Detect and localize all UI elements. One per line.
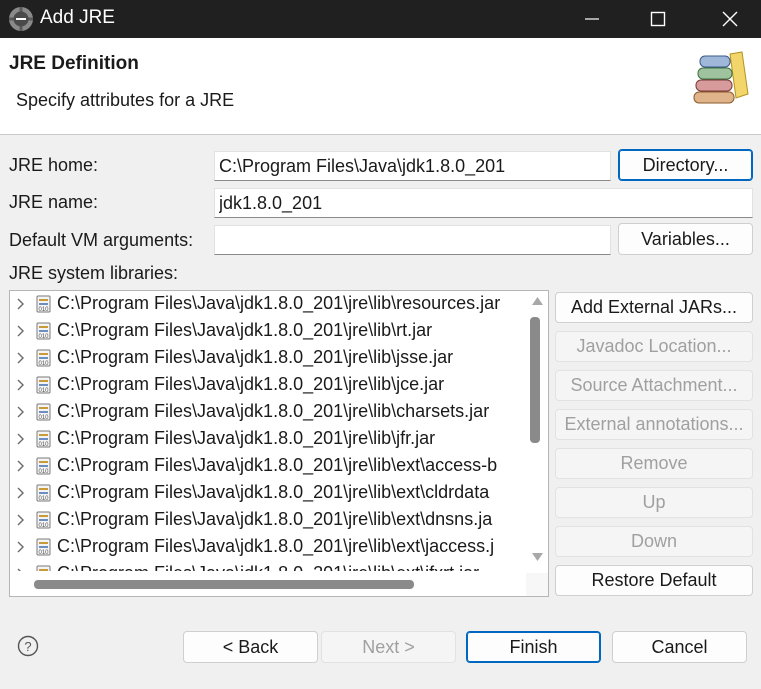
jar-file-icon: 010 xyxy=(36,484,52,507)
library-path: C:\Program Files\Java\jdk1.8.0_201\jre\l… xyxy=(57,482,490,502)
chevron-right-icon[interactable] xyxy=(16,565,26,571)
restore-default-button[interactable]: Restore Default xyxy=(555,565,753,596)
jar-file-icon: 010 xyxy=(36,511,52,534)
library-path: C:\Program Files\Java\jdk1.8.0_201\jre\l… xyxy=(57,320,433,340)
library-path: C:\Program Files\Java\jdk1.8.0_201\jre\l… xyxy=(57,374,445,394)
jre-name-label: JRE name: xyxy=(9,192,99,212)
up-button[interactable]: Up xyxy=(555,487,753,518)
library-path: C:\Program Files\Java\jdk1.8.0_201\jre\l… xyxy=(57,428,436,448)
jar-file-icon: 010 xyxy=(36,538,52,561)
library-row[interactable]: 010 C:\Program Files\Java\jdk1.8.0_201\jr… xyxy=(10,426,524,453)
library-path: C:\Program Files\Java\jdk1.8.0_201\jre\l… xyxy=(57,455,498,475)
svg-text:010: 010 xyxy=(38,415,49,421)
library-row[interactable]: 010 C:\Program Files\Java\jdk1.8.0_201\jr… xyxy=(10,372,524,399)
title-bar: Add JRE xyxy=(0,0,761,38)
jar-file-icon: 010 xyxy=(36,403,52,426)
vm-arguments-label: Default VM arguments: xyxy=(9,230,194,250)
vm-arguments-input[interactable] xyxy=(214,225,611,255)
svg-text:010: 010 xyxy=(38,361,49,367)
jar-file-icon: 010 xyxy=(36,295,52,318)
library-row[interactable]: 010 C:\Program Files\Java\jdk1.8.0_201\jr… xyxy=(10,453,524,480)
svg-text:010: 010 xyxy=(38,550,49,556)
horizontal-scroll-thumb[interactable] xyxy=(34,580,414,589)
vertical-scroll-thumb[interactable] xyxy=(530,317,540,443)
scroll-up-arrow-icon[interactable] xyxy=(532,297,543,305)
scroll-corner xyxy=(526,573,548,596)
maximize-icon xyxy=(650,11,666,27)
svg-text:010: 010 xyxy=(38,307,49,313)
jar-file-icon: 010 xyxy=(36,430,52,453)
svg-text:?: ? xyxy=(24,639,31,654)
library-row[interactable]: 010 C:\Program Files\Java\jdk1.8.0_201\jr… xyxy=(10,318,524,345)
library-path: C:\Program Files\Java\jdk1.8.0_201\jre\l… xyxy=(57,509,493,529)
library-books-icon xyxy=(693,51,749,104)
library-row[interactable]: 010 C:\Program Files\Java\jdk1.8.0_201\jr… xyxy=(10,480,524,507)
directory-button[interactable]: Directory... xyxy=(618,149,753,181)
library-row[interactable]: 010 C:\Program Files\Java\jdk1.8.0_201\jr… xyxy=(10,534,524,561)
header-description: Specify attributes for a JRE xyxy=(16,90,235,110)
minimize-icon xyxy=(585,18,599,20)
wizard-header: JRE Definition Specify attributes for a … xyxy=(0,38,761,135)
jre-home-input[interactable] xyxy=(214,151,611,181)
external-annotations-button[interactable]: External annotations... xyxy=(555,409,753,440)
help-question-icon[interactable]: ? xyxy=(17,635,39,657)
library-path: C:\Program Files\Java\jdk1.8.0_201\jre\l… xyxy=(57,401,490,421)
remove-button[interactable]: Remove xyxy=(555,448,753,479)
library-row[interactable]: 010 C:\Program Files\Java\jdk1.8.0_201\jr… xyxy=(10,399,524,426)
library-path: C:\Program Files\Java\jdk1.8.0_201\jre\l… xyxy=(57,536,495,556)
jar-file-icon: 010 xyxy=(36,376,52,399)
eclipse-gear-icon xyxy=(9,7,33,31)
jar-file-icon: 010 xyxy=(36,457,52,480)
maximize-button[interactable] xyxy=(631,0,685,38)
variables-button[interactable]: Variables... xyxy=(618,223,753,255)
header-title: JRE Definition xyxy=(9,53,139,74)
next-button[interactable]: Next > xyxy=(321,631,456,663)
libraries-tree[interactable]: 010 C:\Program Files\Java\jdk1.8.0_201\jr… xyxy=(9,290,549,597)
library-row[interactable]: 010 C:\Program Files\Java\jdk1.8.0_201\jr… xyxy=(10,345,524,372)
library-row[interactable]: 010 C:\Program Files\Java\jdk1.8.0_201\jr… xyxy=(10,291,524,318)
svg-text:010: 010 xyxy=(38,496,49,502)
chevron-right-icon[interactable] xyxy=(16,511,26,532)
library-row[interactable]: 010 C:\Program Files\Java\jdk1.8.0_201\jr… xyxy=(10,561,524,571)
scroll-down-arrow-icon[interactable] xyxy=(532,553,543,561)
add-external-jars-button[interactable]: Add External JARs... xyxy=(555,292,753,323)
chevron-right-icon[interactable] xyxy=(16,349,26,370)
source-attachment-button[interactable]: Source Attachment... xyxy=(555,370,753,401)
jar-file-icon: 010 xyxy=(36,322,52,345)
svg-text:010: 010 xyxy=(38,523,49,529)
chevron-right-icon[interactable] xyxy=(16,295,26,316)
libraries-list: 010 C:\Program Files\Java\jdk1.8.0_201\jr… xyxy=(10,291,524,571)
jre-home-label: JRE home: xyxy=(9,155,99,175)
javadoc-location-button[interactable]: Javadoc Location... xyxy=(555,331,753,362)
chevron-right-icon[interactable] xyxy=(16,484,26,505)
svg-text:010: 010 xyxy=(38,388,49,394)
chevron-right-icon[interactable] xyxy=(16,322,26,343)
chevron-right-icon[interactable] xyxy=(16,457,26,478)
library-path: C:\Program Files\Java\jdk1.8.0_201\jre\l… xyxy=(57,293,501,313)
svg-text:010: 010 xyxy=(38,334,49,340)
chevron-right-icon[interactable] xyxy=(16,376,26,397)
library-row[interactable]: 010 C:\Program Files\Java\jdk1.8.0_201\jr… xyxy=(10,507,524,534)
cancel-button[interactable]: Cancel xyxy=(612,631,747,663)
jar-file-icon: 010 xyxy=(36,349,52,372)
minimize-button[interactable] xyxy=(565,0,619,38)
library-path: C:\Program Files\Java\jdk1.8.0_201\jre\l… xyxy=(57,347,454,367)
jre-name-input[interactable] xyxy=(214,188,753,218)
close-icon xyxy=(722,11,738,27)
library-path: C:\Program Files\Java\jdk1.8.0_201\jre\l… xyxy=(57,563,479,571)
chevron-right-icon[interactable] xyxy=(16,538,26,559)
libraries-label: JRE system libraries: xyxy=(9,263,179,283)
chevron-right-icon[interactable] xyxy=(16,430,26,451)
down-button[interactable]: Down xyxy=(555,526,753,557)
finish-button[interactable]: Finish xyxy=(466,631,601,663)
close-button[interactable] xyxy=(703,0,757,38)
window-title: Add JRE xyxy=(40,7,115,28)
svg-text:010: 010 xyxy=(38,442,49,448)
chevron-right-icon[interactable] xyxy=(16,403,26,424)
jar-file-icon: 010 xyxy=(36,565,52,571)
svg-text:010: 010 xyxy=(38,469,49,475)
back-button[interactable]: < Back xyxy=(183,631,318,663)
